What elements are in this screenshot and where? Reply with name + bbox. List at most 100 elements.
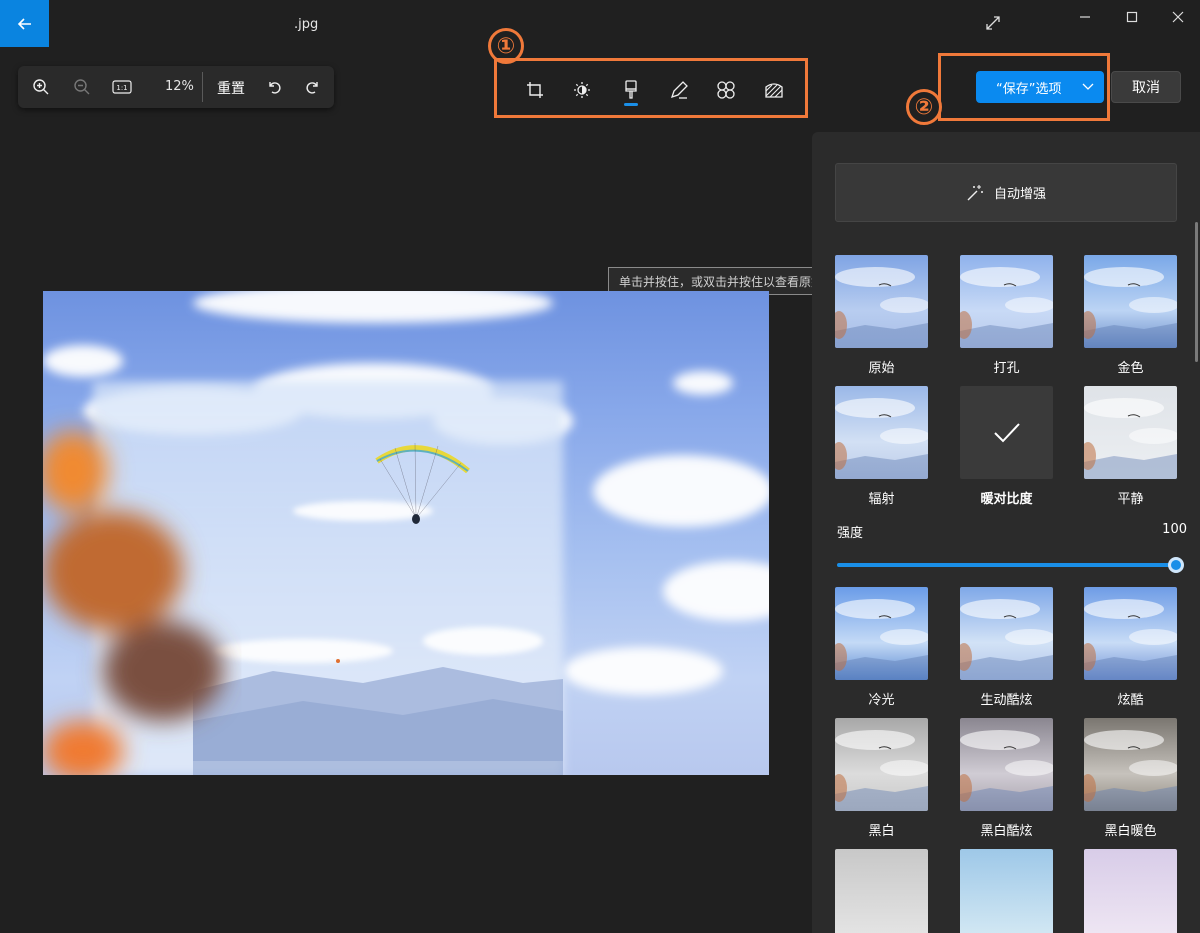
filter-tile[interactable]: 金色 bbox=[1084, 255, 1177, 376]
filter-label: 辐射 bbox=[868, 492, 895, 507]
maximize-icon bbox=[1126, 11, 1138, 23]
reset-button[interactable]: 重置 bbox=[217, 78, 245, 98]
filter-tile[interactable]: 生动酷炫 bbox=[960, 587, 1053, 708]
filter-tile[interactable]: 黑白暖色 bbox=[1084, 718, 1177, 839]
undo-icon bbox=[269, 82, 281, 94]
pen-icon bbox=[670, 81, 688, 99]
filter-label: 暖对比度 bbox=[980, 492, 1033, 507]
auto-enhance-label: 自动增强 bbox=[993, 187, 1046, 202]
filter-preview bbox=[960, 587, 1053, 680]
markup-tool[interactable] bbox=[668, 79, 690, 101]
filter-label: 金色 bbox=[1117, 361, 1144, 376]
expand-icon bbox=[986, 16, 1000, 30]
strength-slider[interactable] bbox=[837, 563, 1175, 567]
filter-tile[interactable]: 冷光 bbox=[835, 587, 928, 708]
retouch-tool[interactable] bbox=[715, 79, 737, 101]
strength-label: 强度 bbox=[837, 526, 864, 541]
filter-thumbnail-image bbox=[835, 730, 928, 811]
redo-button[interactable] bbox=[303, 77, 323, 97]
actual-size-icon: 1:1 bbox=[112, 80, 132, 94]
filter-preview bbox=[1084, 718, 1177, 811]
filter-thumbnail-image bbox=[960, 599, 1053, 680]
filter-label: 打孔 bbox=[993, 361, 1020, 376]
filter-tile-partial[interactable] bbox=[835, 849, 928, 933]
save-options-button[interactable]: “保存”选项 bbox=[976, 71, 1104, 103]
filter-preview bbox=[835, 386, 928, 479]
edit-tools-toolbar bbox=[494, 58, 808, 118]
window-title: .jpg bbox=[294, 17, 319, 32]
filter-label: 冷光 bbox=[868, 693, 895, 708]
minimize-icon bbox=[1080, 16, 1090, 18]
filter-tile[interactable]: 原始 bbox=[835, 255, 928, 376]
arrow-left-icon bbox=[17, 17, 31, 30]
filter-label: 生动酷炫 bbox=[980, 693, 1033, 708]
retouch-icon bbox=[717, 81, 735, 99]
filter-tile[interactable]: 黑白酷炫 bbox=[960, 718, 1053, 839]
minimize-button[interactable] bbox=[1075, 8, 1095, 26]
back-button[interactable] bbox=[0, 0, 49, 47]
cancel-button[interactable]: 取消 bbox=[1111, 71, 1181, 103]
filter-tile-partial[interactable] bbox=[1084, 849, 1177, 933]
close-button[interactable] bbox=[1168, 8, 1188, 26]
close-icon bbox=[1172, 11, 1184, 23]
filter-tile[interactable]: 黑白 bbox=[835, 718, 928, 839]
filter-label: 原始 bbox=[868, 361, 895, 376]
check-icon bbox=[994, 423, 1020, 443]
filter-tile[interactable]: 炫酷 bbox=[1084, 587, 1177, 708]
filter-label: 黑白酷炫 bbox=[980, 824, 1033, 839]
filter-preview bbox=[835, 718, 928, 811]
filter-preview bbox=[1084, 386, 1177, 479]
zoom-out-button[interactable] bbox=[72, 77, 92, 97]
filter-preview bbox=[1084, 849, 1177, 933]
strength-slider-thumb[interactable] bbox=[1168, 557, 1184, 573]
filter-preview bbox=[1084, 587, 1177, 680]
filter-label: 平静 bbox=[1117, 492, 1144, 507]
filter-preview bbox=[835, 587, 928, 680]
fullscreen-button[interactable] bbox=[983, 14, 1003, 32]
zoom-toolbar: 1:1 12% 重置 bbox=[18, 66, 334, 108]
filter-label: 炫酷 bbox=[1117, 693, 1144, 708]
filter-preview bbox=[1084, 255, 1177, 348]
brush-icon bbox=[625, 80, 637, 99]
filter-preview bbox=[835, 849, 928, 933]
svg-text:1:1: 1:1 bbox=[116, 84, 127, 92]
redo-icon bbox=[306, 82, 318, 94]
filter-tile-partial[interactable] bbox=[960, 849, 1053, 933]
zoom-out-icon bbox=[74, 79, 90, 95]
actual-size-button[interactable]: 1:1 bbox=[111, 77, 133, 97]
brightness-icon bbox=[574, 82, 590, 98]
zoom-in-icon bbox=[33, 79, 49, 95]
filter-thumbnail-image bbox=[1084, 267, 1177, 348]
active-tool-indicator bbox=[624, 103, 638, 106]
filter-thumbnail-image bbox=[960, 267, 1053, 348]
filter-tile[interactable]: 平静 bbox=[1084, 386, 1177, 507]
auto-enhance-button[interactable]: 自动增强 bbox=[835, 163, 1177, 222]
magic-wand-icon bbox=[967, 184, 983, 200]
effects-icon bbox=[765, 83, 783, 98]
filter-tool[interactable] bbox=[620, 79, 642, 101]
filter-tile[interactable]: 辐射 bbox=[835, 386, 928, 507]
filter-thumbnail-image bbox=[960, 730, 1053, 811]
maximize-button[interactable] bbox=[1122, 8, 1142, 26]
crop-tool[interactable] bbox=[524, 79, 546, 101]
filter-label: 黑白 bbox=[868, 824, 895, 839]
filter-thumbnail-image bbox=[835, 398, 928, 479]
paraglider-photo bbox=[43, 291, 769, 775]
filter-thumbnail-image bbox=[1084, 730, 1177, 811]
filter-preview bbox=[835, 255, 928, 348]
callout-save: ② bbox=[906, 89, 942, 125]
photo-canvas[interactable] bbox=[43, 291, 769, 775]
filter-thumbnail-image bbox=[1084, 398, 1177, 479]
effects-tool[interactable] bbox=[763, 79, 785, 101]
scrollbar[interactable] bbox=[1195, 222, 1198, 362]
zoom-in-button[interactable] bbox=[31, 77, 51, 97]
filter-tile[interactable]: 暖对比度 bbox=[960, 386, 1053, 507]
undo-button[interactable] bbox=[264, 77, 284, 97]
filter-preview bbox=[960, 255, 1053, 348]
adjust-tool[interactable] bbox=[571, 79, 593, 101]
save-options-label: “保存”选项 bbox=[996, 81, 1062, 97]
filter-thumbnail-image bbox=[835, 267, 928, 348]
chevron-down-icon bbox=[1082, 83, 1094, 90]
strength-value: 100 bbox=[1162, 522, 1187, 537]
filter-tile[interactable]: 打孔 bbox=[960, 255, 1053, 376]
